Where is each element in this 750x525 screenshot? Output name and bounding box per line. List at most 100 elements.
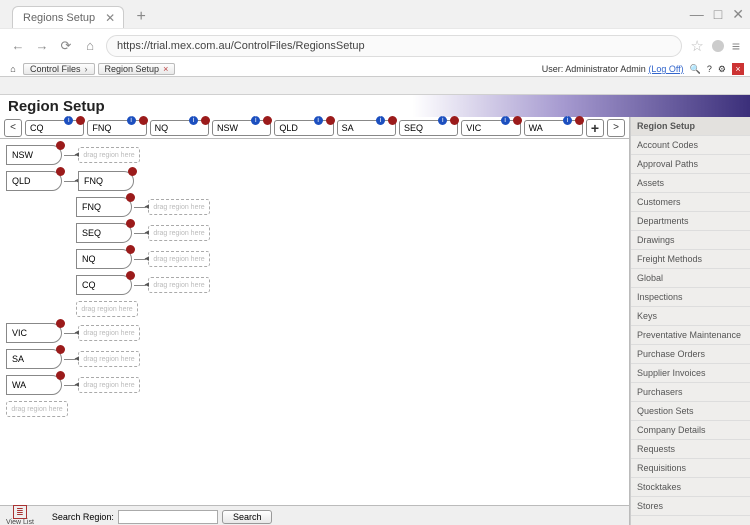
region-node-fnq[interactable]: FNQ — [78, 171, 134, 191]
remove-icon[interactable] — [126, 245, 135, 254]
settings-icon[interactable]: ⚙ — [718, 64, 726, 75]
sidebar-item[interactable]: Drawings — [631, 231, 750, 250]
info-icon[interactable]: i — [563, 116, 572, 125]
sidebar-item[interactable]: Departments — [631, 212, 750, 231]
region-tab-cq[interactable]: CQi — [25, 120, 84, 136]
region-tab-nq[interactable]: NQi — [150, 120, 209, 136]
region-node-seq[interactable]: SEQ — [76, 223, 132, 243]
close-icon[interactable]: ✕ — [105, 11, 115, 25]
breadcrumb-item[interactable]: Region Setup× — [98, 63, 176, 75]
remove-icon[interactable] — [126, 271, 135, 280]
region-node-cq[interactable]: CQ — [76, 275, 132, 295]
remove-icon[interactable] — [126, 193, 135, 202]
drop-zone[interactable]: drag region here — [78, 351, 140, 367]
info-icon[interactable]: i — [251, 116, 260, 125]
info-icon[interactable]: i — [501, 116, 510, 125]
remove-icon[interactable] — [139, 116, 148, 125]
search-button[interactable]: Search — [222, 510, 273, 524]
search-input[interactable] — [118, 510, 218, 524]
window-close-icon[interactable]: ✕ — [732, 6, 744, 23]
search-icon[interactable]: 🔍 — [690, 64, 701, 75]
back-icon[interactable]: ← — [10, 38, 26, 54]
region-tab-wa[interactable]: WAi — [524, 120, 583, 136]
scroll-right-button[interactable]: > — [607, 119, 625, 137]
region-node-sa[interactable]: SA — [6, 349, 62, 369]
logoff-link[interactable]: (Log Off) — [648, 64, 683, 74]
sidebar-item[interactable]: Stores — [631, 497, 750, 516]
info-icon[interactable]: i — [376, 116, 385, 125]
region-tab-vic[interactable]: VICi — [461, 120, 520, 136]
remove-icon[interactable] — [388, 116, 397, 125]
drop-zone[interactable]: drag region here — [148, 251, 210, 267]
remove-icon[interactable] — [56, 371, 65, 380]
info-icon[interactable]: i — [438, 116, 447, 125]
sidebar-item[interactable]: Purchase Orders — [631, 345, 750, 364]
region-node-vic[interactable]: VIC — [6, 323, 62, 343]
region-tab-nsw[interactable]: NSWi — [212, 120, 271, 136]
remove-icon[interactable] — [326, 116, 335, 125]
new-tab-button[interactable]: + — [130, 6, 152, 28]
window-minimize-icon[interactable]: — — [690, 6, 704, 23]
sidebar-item[interactable]: Purchasers — [631, 383, 750, 402]
app-home-icon[interactable]: ⌂ — [6, 64, 20, 74]
sidebar-item[interactable]: Preventative Maintenance — [631, 326, 750, 345]
region-tab-fnq[interactable]: FNQi — [87, 120, 146, 136]
region-node-fnq[interactable]: FNQ — [76, 197, 132, 217]
forward-icon[interactable]: → — [34, 38, 50, 54]
view-list-button[interactable]: ≣ View List — [6, 505, 34, 525]
profile-icon[interactable] — [712, 40, 724, 52]
region-node-wa[interactable]: WA — [6, 375, 62, 395]
menu-icon[interactable]: ≡ — [732, 38, 740, 54]
remove-icon[interactable] — [128, 167, 137, 176]
drop-zone[interactable]: drag region here — [78, 325, 140, 341]
remove-icon[interactable] — [56, 345, 65, 354]
sidebar-item[interactable]: Region Setup — [631, 117, 750, 136]
sidebar-item[interactable]: Stocktakes — [631, 478, 750, 497]
remove-icon[interactable] — [76, 116, 85, 125]
sidebar-item[interactable]: Inspections — [631, 288, 750, 307]
home-icon[interactable]: ⌂ — [82, 38, 98, 54]
sidebar-item[interactable]: Freight Methods — [631, 250, 750, 269]
region-node-nq[interactable]: NQ — [76, 249, 132, 269]
sidebar-item[interactable]: Keys — [631, 307, 750, 326]
info-icon[interactable]: i — [314, 116, 323, 125]
sidebar-item[interactable]: Customers — [631, 193, 750, 212]
region-tab-sa[interactable]: SAi — [337, 120, 396, 136]
region-node-qld[interactable]: QLD — [6, 171, 62, 191]
sidebar-item[interactable]: Requisitions — [631, 459, 750, 478]
window-maximize-icon[interactable]: □ — [714, 6, 722, 23]
remove-icon[interactable] — [450, 116, 459, 125]
region-tab-seq[interactable]: SEQi — [399, 120, 458, 136]
info-icon[interactable]: i — [64, 116, 73, 125]
drop-zone[interactable]: drag region here — [78, 377, 140, 393]
drop-zone[interactable]: drag region here — [148, 225, 210, 241]
sidebar-item[interactable]: Question Sets — [631, 402, 750, 421]
remove-icon[interactable] — [513, 116, 522, 125]
sidebar-item[interactable]: Supplier Invoices — [631, 364, 750, 383]
drop-zone[interactable]: drag region here — [78, 147, 140, 163]
drop-zone[interactable]: drag region here — [148, 199, 210, 215]
remove-icon[interactable] — [201, 116, 210, 125]
sidebar-item[interactable]: Account Codes — [631, 136, 750, 155]
app-close-icon[interactable]: × — [732, 63, 744, 75]
region-node-nsw[interactable]: NSW — [6, 145, 62, 165]
drop-zone[interactable]: drag region here — [76, 301, 138, 317]
reload-icon[interactable]: ⟳ — [58, 38, 74, 54]
remove-icon[interactable] — [263, 116, 272, 125]
remove-icon[interactable] — [575, 116, 584, 125]
bookmark-icon[interactable]: ☆ — [690, 37, 703, 55]
remove-icon[interactable] — [56, 167, 65, 176]
region-tab-qld[interactable]: QLDi — [274, 120, 333, 136]
sidebar-item[interactable]: Global — [631, 269, 750, 288]
info-icon[interactable]: i — [127, 116, 136, 125]
browser-tab[interactable]: Regions Setup ✕ — [12, 6, 124, 28]
help-icon[interactable]: ? — [707, 64, 712, 74]
address-bar[interactable]: https://trial.mex.com.au/ControlFiles/Re… — [106, 35, 682, 57]
drop-zone[interactable]: drag region here — [6, 401, 68, 417]
sidebar-item[interactable]: Assets — [631, 174, 750, 193]
add-region-button[interactable]: + — [586, 119, 604, 137]
close-icon[interactable]: × — [163, 64, 168, 74]
remove-icon[interactable] — [56, 141, 65, 150]
info-icon[interactable]: i — [189, 116, 198, 125]
remove-icon[interactable] — [56, 319, 65, 328]
